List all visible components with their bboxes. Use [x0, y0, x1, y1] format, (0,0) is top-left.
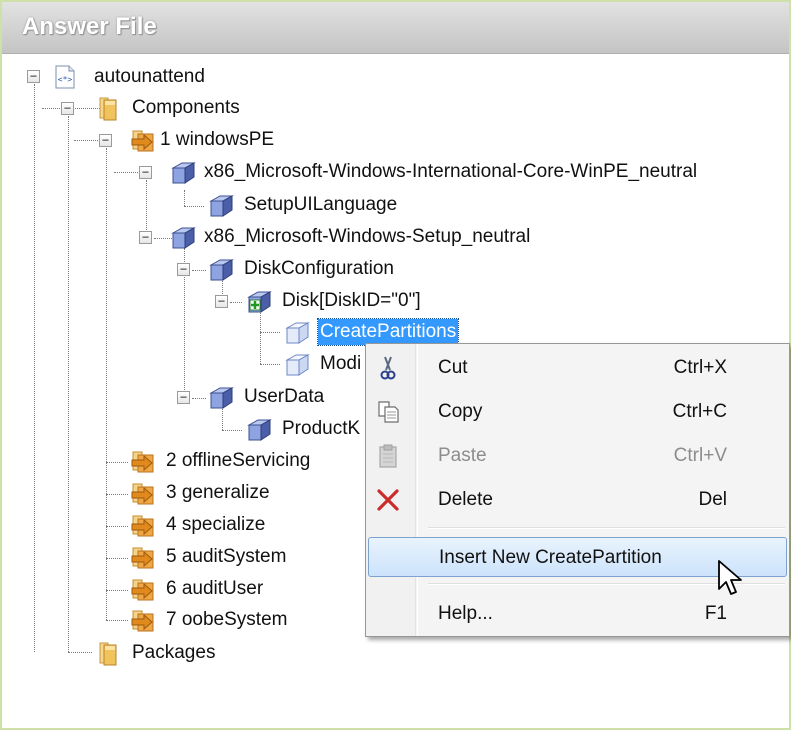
- tree-node-generalize[interactable]: 3 generalize: [164, 480, 272, 506]
- tree-line: [68, 652, 92, 653]
- menu-item-copy[interactable]: Copy Ctrl+C: [368, 392, 787, 432]
- configuration-pass-icon: [130, 480, 156, 506]
- menu-item-label: Paste: [438, 445, 487, 466]
- tree-line: [230, 302, 242, 303]
- menu-item-help[interactable]: Help... F1: [368, 594, 787, 634]
- empty-setting-cube-icon: [284, 351, 310, 377]
- setting-cube-icon: [246, 416, 272, 442]
- tree-node-create-partitions[interactable]: CreatePartitions: [316, 318, 460, 346]
- tree-line: [184, 206, 204, 207]
- tree-node-modify-partitions[interactable]: Modi: [318, 351, 363, 377]
- tree-node-disk-configuration[interactable]: DiskConfiguration: [242, 256, 396, 282]
- tree-line: [260, 332, 280, 333]
- tree-node-specialize[interactable]: 4 specialize: [164, 512, 267, 538]
- menu-item-label: Delete: [438, 489, 493, 510]
- folder-icon: [94, 95, 120, 121]
- menu-item-label: Help...: [438, 603, 493, 624]
- menu-item-label: Cut: [438, 357, 468, 378]
- menu-item-shortcut: Ctrl+X: [673, 357, 727, 378]
- copy-icon: [378, 401, 399, 423]
- menu-item-shortcut: Ctrl+V: [673, 445, 727, 466]
- configuration-pass-icon: [130, 448, 156, 474]
- menu-item-label: Copy: [438, 401, 483, 422]
- tree-line: [222, 430, 242, 431]
- collapse-toggle[interactable]: −: [61, 102, 74, 115]
- tree-line: [106, 494, 128, 495]
- collapse-toggle[interactable]: −: [27, 70, 40, 83]
- tree-line: [260, 308, 261, 364]
- panel-header: Answer File: [2, 2, 789, 54]
- tree-node-windows-setup[interactable]: x86_Microsoft-Windows-Setup_neutral: [202, 224, 532, 250]
- tree-line: [74, 140, 100, 141]
- menu-item-label: Insert New CreatePartition: [439, 547, 662, 568]
- menu-item-paste[interactable]: Paste Ctrl+V: [368, 436, 787, 476]
- menu-item-shortcut: F1: [704, 603, 727, 624]
- tree-node-autounattend[interactable]: autounattend: [92, 64, 207, 90]
- menu-item-cut[interactable]: Cut Ctrl+X: [368, 348, 787, 388]
- tree-node-setup-ui-language[interactable]: SetupUILanguage: [242, 192, 399, 218]
- tree-node-offline-servicing[interactable]: 2 offlineServicing: [164, 448, 312, 474]
- empty-setting-cube-icon: [284, 319, 310, 345]
- collapse-toggle[interactable]: −: [139, 231, 152, 244]
- configuration-pass-icon: [130, 512, 156, 538]
- tree-line: [68, 116, 69, 652]
- configuration-pass-icon: [130, 576, 156, 602]
- tree-node-user-data[interactable]: UserData: [242, 384, 326, 410]
- setting-cube-icon: [208, 256, 234, 282]
- scissors-icon: [380, 356, 396, 380]
- menu-separator: [428, 527, 785, 529]
- tree-line: [114, 172, 140, 173]
- list-item-cube-plus-icon: [246, 288, 272, 314]
- collapse-toggle[interactable]: −: [215, 295, 228, 308]
- tree-line: [106, 462, 128, 463]
- tree-line: [106, 526, 128, 527]
- tree-node-disk[interactable]: Disk[DiskID="0"]: [280, 288, 423, 314]
- menu-item-delete[interactable]: Delete Del: [368, 480, 787, 520]
- configuration-pass-icon: [130, 127, 156, 153]
- collapse-toggle[interactable]: −: [177, 263, 190, 276]
- collapse-toggle[interactable]: −: [99, 134, 112, 147]
- folder-icon: [94, 640, 120, 666]
- component-cube-icon: [170, 159, 196, 185]
- tree-line: [106, 558, 128, 559]
- tree-line: [184, 190, 185, 206]
- delete-x-icon: [377, 489, 399, 511]
- menu-item-shortcut: Ctrl+C: [672, 401, 727, 422]
- tree-node-international-core[interactable]: x86_Microsoft-Windows-International-Core…: [202, 159, 699, 185]
- tree-line: [192, 398, 206, 399]
- component-cube-icon: [170, 224, 196, 250]
- collapse-toggle[interactable]: −: [177, 391, 190, 404]
- panel-title: Answer File: [22, 13, 157, 40]
- collapse-toggle[interactable]: −: [139, 166, 152, 179]
- tree-line: [192, 270, 206, 271]
- tree-node-audit-system[interactable]: 5 auditSystem: [164, 544, 288, 570]
- xml-document-icon: [52, 64, 78, 90]
- tree-line: [260, 364, 280, 365]
- tree-line: [106, 620, 128, 621]
- tree-node-components[interactable]: Components: [130, 95, 242, 121]
- paste-icon: [379, 444, 397, 468]
- setting-cube-icon: [208, 192, 234, 218]
- menu-item-shortcut: Del: [698, 489, 727, 510]
- configuration-pass-icon: [130, 544, 156, 570]
- tree-node-oobe-system[interactable]: 7 oobeSystem: [164, 607, 289, 633]
- tree-node-windowspe[interactable]: 1 windowsPE: [158, 127, 276, 153]
- tree-node-packages[interactable]: Packages: [130, 640, 217, 666]
- mouse-pointer-icon: [718, 560, 742, 595]
- tree-line: [34, 84, 35, 652]
- tree-node-product-key[interactable]: ProductK: [280, 416, 362, 442]
- tree-line: [106, 590, 128, 591]
- configuration-pass-icon: [130, 607, 156, 633]
- tree-line: [106, 148, 107, 620]
- setting-cube-icon: [208, 384, 234, 410]
- tree-node-audit-user[interactable]: 6 auditUser: [164, 576, 265, 602]
